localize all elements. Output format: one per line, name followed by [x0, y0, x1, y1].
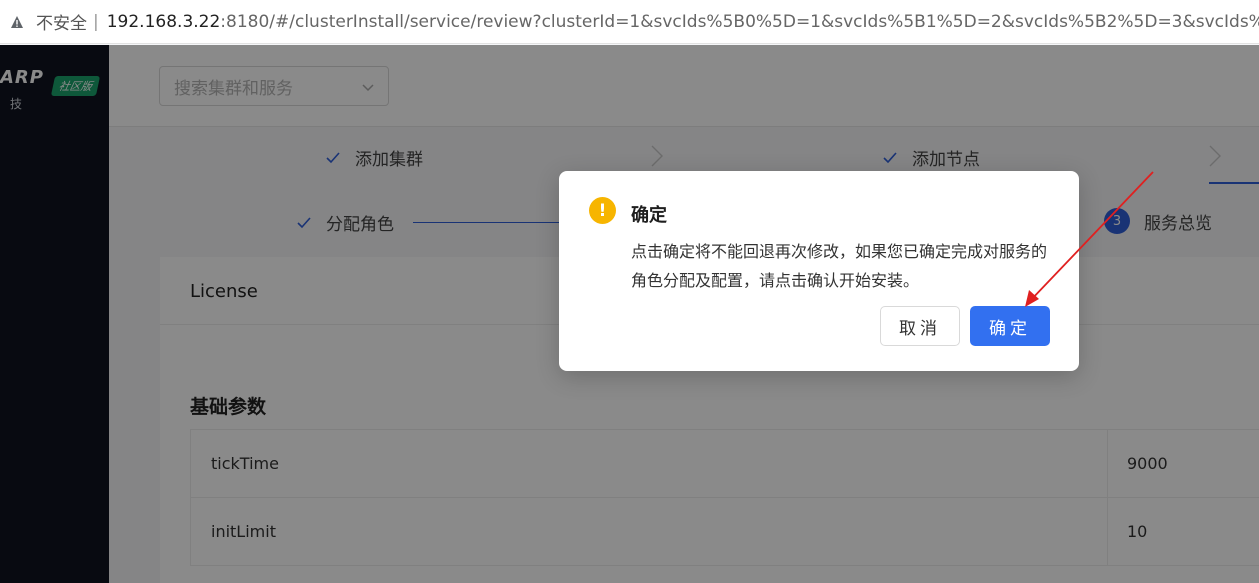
warning-circle-icon: !	[589, 197, 616, 224]
annotation-arrow-icon	[1025, 171, 1154, 307]
url-separator: |	[93, 11, 99, 32]
insecure-label: 不安全	[36, 14, 87, 34]
url-host: 192.168.3.22	[106, 11, 221, 32]
url-path: :8180/#/clusterInstall/service/review?cl…	[220, 11, 1259, 32]
confirm-dialog: ! 确定 点击确定将不能回退再次修改，如果您已确定完成对服务的角色分配及配置，请…	[559, 171, 1079, 371]
dialog-title: 确定	[631, 205, 667, 226]
browser-address-bar[interactable]: 不安全 | 192.168.3.22 :8180/#/clusterInstal…	[0, 0, 1259, 44]
dialog-message: 点击确定将不能回退再次修改，如果您已确定完成对服务的角色分配及配置，请点击确认开…	[631, 242, 1048, 290]
cancel-button[interactable]: 取消	[880, 306, 960, 346]
warning-triangle-icon	[10, 15, 24, 29]
